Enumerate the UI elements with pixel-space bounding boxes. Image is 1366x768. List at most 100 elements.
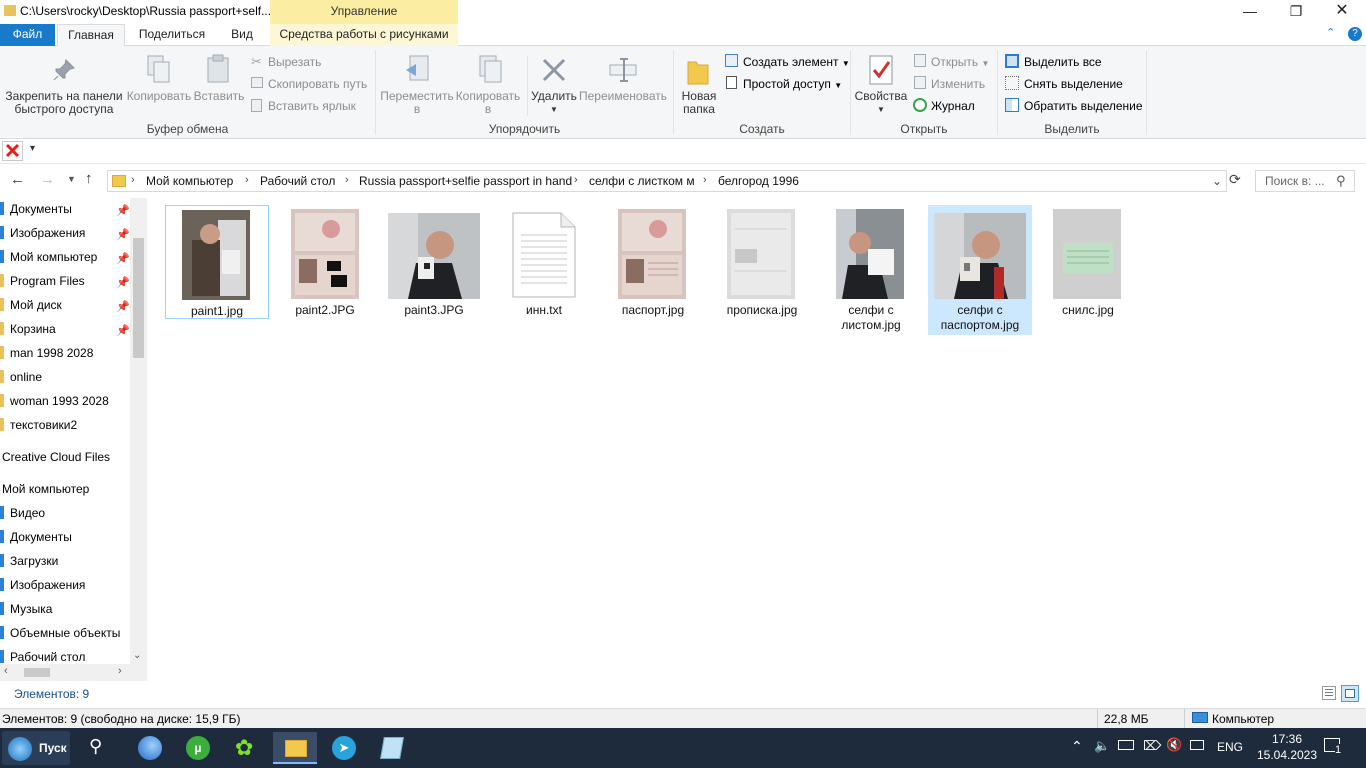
icq-taskbar-button[interactable]: ✿ <box>225 732 269 764</box>
nav-item[interactable]: Мой компьютер <box>2 482 89 504</box>
address-dropdown-icon[interactable]: ⌄ <box>1212 174 1222 188</box>
file-item[interactable]: прописка.jpg <box>710 205 814 319</box>
up-arrow-icon[interactable]: ↑ <box>85 170 93 187</box>
search-box[interactable]: Поиск в: ... ⚲ <box>1255 170 1355 192</box>
nav-item[interactable]: online <box>0 370 42 392</box>
tab-view[interactable]: Вид <box>220 24 264 46</box>
nav-item[interactable]: Мой компьютер 📌 <box>0 250 130 272</box>
nav-item[interactable]: Объемные объекты <box>0 626 120 648</box>
copy-button[interactable]: Копировать <box>125 90 193 103</box>
nav-item[interactable]: текстовики2 <box>0 418 77 440</box>
breadcrumb-my-computer[interactable]: Мой компьютер <box>146 174 233 188</box>
refresh-icon[interactable]: ⟳ <box>1229 171 1241 188</box>
back-arrow-icon[interactable]: ← <box>10 171 25 188</box>
file-item-selected[interactable]: селфи с паспортом.jpg <box>928 205 1032 335</box>
recent-locations-icon[interactable]: ▼ <box>67 174 76 184</box>
history-button[interactable]: Журнал <box>931 99 975 113</box>
forward-arrow-icon[interactable]: → <box>40 171 55 188</box>
select-all-button[interactable]: Выделить все <box>1024 55 1102 69</box>
nav-item[interactable]: Creative Cloud Files <box>2 450 110 472</box>
nav-item[interactable]: woman 1993 2028 <box>0 394 109 416</box>
address-bar[interactable]: › Мой компьютер › Рабочий стол › Russia … <box>107 170 1227 192</box>
language-indicator[interactable]: ENG <box>1217 740 1243 754</box>
file-item[interactable]: paint2.JPG <box>273 205 377 319</box>
help-icon[interactable]: ? <box>1348 27 1362 41</box>
close-button[interactable]: ✕ <box>1319 0 1365 24</box>
new-item-button[interactable]: Создать элемент ▼ <box>743 55 850 69</box>
nav-item[interactable]: Корзина 📌 <box>0 322 130 344</box>
file-item[interactable]: paint3.JPG <box>382 205 486 319</box>
nav-hscrollbar[interactable]: ‹ › <box>0 664 147 681</box>
nav-item[interactable]: Мой диск 📌 <box>0 298 130 320</box>
breadcrumb-belgorod[interactable]: белгород 1996 <box>718 174 799 188</box>
scroll-right-icon[interactable]: › <box>118 665 122 677</box>
invert-selection-button[interactable]: Обратить выделение <box>1024 99 1143 113</box>
nav-hscrollbar-thumb[interactable] <box>24 668 50 677</box>
nav-item[interactable]: Документы <box>0 530 72 552</box>
new-folder-button[interactable]: Новая папка <box>676 90 722 116</box>
keyboard-icon[interactable] <box>1190 740 1204 750</box>
clock-date[interactable]: 15.04.2023 <box>1250 748 1324 762</box>
nav-item[interactable]: Документы 📌 <box>0 202 130 224</box>
delete-quick-button[interactable] <box>2 141 23 161</box>
start-button[interactable]: Пуск <box>2 731 70 765</box>
file-item[interactable]: селфи с листом.jpg <box>819 205 923 335</box>
battery-icon[interactable] <box>1118 740 1134 750</box>
nav-item[interactable]: Изображения <box>0 578 85 600</box>
explorer-taskbar-button[interactable] <box>273 732 317 764</box>
tab-picture-tools[interactable]: Средства работы с рисунками <box>270 24 458 46</box>
tab-home[interactable]: Главная <box>57 24 125 47</box>
volume-icon[interactable]: 🔈 <box>1094 738 1110 754</box>
select-none-button[interactable]: Снять выделение <box>1024 77 1123 91</box>
nav-item[interactable]: Загрузки <box>0 554 58 576</box>
delete-button[interactable]: Удалить ▼ <box>530 90 578 116</box>
nav-item[interactable]: Изображения 📌 <box>0 226 130 248</box>
rename-button[interactable]: Переименовать <box>578 90 668 103</box>
chevron-up-icon[interactable]: ⌃ <box>1326 26 1335 39</box>
open-button[interactable]: Открыть ▼ <box>931 55 989 69</box>
move-to-button[interactable]: Переместить в <box>378 90 456 116</box>
breadcrumb-russia-passport[interactable]: Russia passport+selfie passport in hand <box>359 174 572 188</box>
minimize-button[interactable]: — <box>1227 0 1273 24</box>
muted-speaker-icon[interactable]: 🔇 <box>1166 737 1182 753</box>
copy-path-button[interactable]: Скопировать путь <box>268 77 367 91</box>
wifi-icon[interactable]: ⌦ <box>1143 738 1161 754</box>
file-item[interactable]: паспорт.jpg <box>601 205 705 319</box>
large-icons-view-icon[interactable] <box>1341 685 1359 702</box>
file-item[interactable]: снилс.jpg <box>1036 205 1140 319</box>
details-view-icon[interactable] <box>1322 686 1336 700</box>
scroll-left-icon[interactable]: ‹ <box>4 665 8 677</box>
nav-item[interactable]: man 1998 2028 <box>0 346 93 368</box>
nav-item[interactable]: Видео <box>0 506 45 528</box>
nav-item[interactable]: Program Files 📌 <box>0 274 130 296</box>
pin-quick-access-button[interactable]: Закрепить на панели быстрого доступа <box>4 90 124 116</box>
search-taskbar-button[interactable]: ⚲ <box>77 732 121 764</box>
nav-scrollbar-thumb[interactable] <box>133 238 144 358</box>
tab-file[interactable]: Файл <box>0 24 55 46</box>
clock-time[interactable]: 17:36 <box>1265 732 1309 746</box>
easy-access-button[interactable]: Простой доступ ▼ <box>743 77 842 91</box>
breadcrumb-selfie-sheet[interactable]: селфи с листком м <box>589 174 695 188</box>
file-item[interactable]: инн.txt <box>492 205 596 319</box>
tray-overflow-icon[interactable]: ⌃ <box>1071 738 1083 755</box>
paste-shortcut-button[interactable]: Вставить ярлык <box>268 99 356 113</box>
paste-button[interactable]: Вставить <box>193 90 245 103</box>
file-item[interactable]: paint1.jpg <box>165 205 269 319</box>
customize-toolbar-icon[interactable]: ▾ <box>30 143 35 154</box>
nav-item[interactable]: Музыка <box>0 602 52 624</box>
browser-taskbar-button[interactable] <box>128 732 172 764</box>
properties-button[interactable]: Свойства ▼ <box>853 90 909 116</box>
scroll-down-icon[interactable]: ⌄ <box>133 650 141 661</box>
cut-button[interactable]: Вырезать <box>268 55 321 69</box>
notepad-taskbar-button[interactable] <box>370 732 414 764</box>
edit-button[interactable]: Изменить <box>931 77 985 91</box>
utorrent-taskbar-button[interactable]: µ <box>176 732 220 764</box>
breadcrumb-desktop[interactable]: Рабочий стол <box>260 174 335 188</box>
ribbon-tabs: Файл Главная Поделиться Вид Средства раб… <box>0 24 1366 47</box>
telegram-taskbar-button[interactable]: ➤ <box>322 732 366 764</box>
move-to-icon <box>406 55 429 81</box>
copy-to-button[interactable]: Копировать в <box>452 90 524 116</box>
tab-share[interactable]: Поделиться <box>130 24 214 46</box>
maximize-button[interactable]: ❐ <box>1273 0 1319 24</box>
nav-scrollbar[interactable]: ⌄ <box>130 198 147 664</box>
